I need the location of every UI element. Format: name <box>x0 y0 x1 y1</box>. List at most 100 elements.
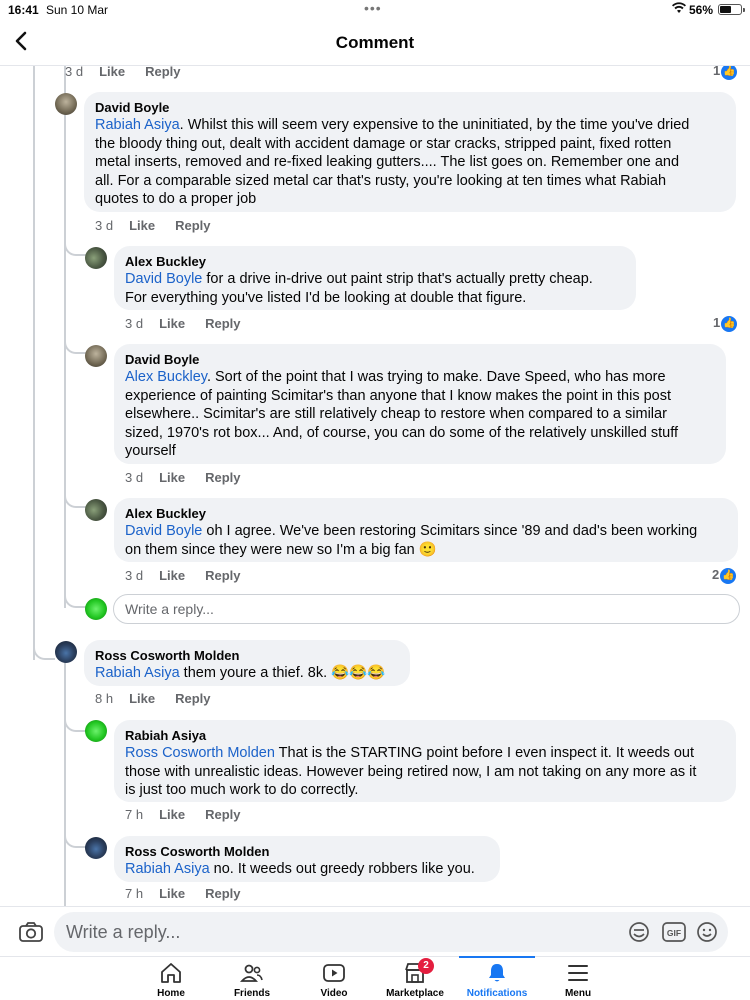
avatar[interactable] <box>55 641 77 663</box>
comment-author[interactable]: Rabiah Asiya <box>125 727 724 744</box>
avatar[interactable] <box>85 720 107 742</box>
like-reaction-icon: 👍 <box>721 315 738 332</box>
reply-button[interactable]: Reply <box>175 691 210 706</box>
emoji-icon[interactable] <box>696 921 718 943</box>
tab-marketplace[interactable]: 2 Marketplace <box>377 957 453 1000</box>
mention-link[interactable]: Rabiah Asiya <box>95 665 180 681</box>
mention-link[interactable]: Alex Buckley <box>125 369 207 385</box>
header: Comment <box>0 20 750 66</box>
page-title: Comment <box>335 33 415 52</box>
thread-connector <box>33 644 55 660</box>
tab-notifications[interactable]: Notifications <box>459 956 535 1000</box>
comment-bubble[interactable]: Alex Buckley David Boyle oh I agree. We'… <box>114 498 738 562</box>
like-button[interactable]: Like <box>99 64 125 79</box>
comment-bubble[interactable]: Rabiah Asiya Ross Cosworth Molden That i… <box>114 720 736 802</box>
like-button[interactable]: Like <box>159 316 185 331</box>
like-button[interactable]: Like <box>159 568 185 583</box>
tab-menu[interactable]: Menu <box>540 957 616 1000</box>
comment-age: 7 h <box>125 807 144 822</box>
multitask-dots-icon[interactable]: ••• <box>364 0 382 16</box>
sticker-icon[interactable] <box>628 921 650 943</box>
comment-bubble[interactable]: David Boyle Alex Buckley. Sort of the po… <box>114 344 726 464</box>
like-button[interactable]: Like <box>129 218 155 233</box>
comment-age: 3 d <box>65 64 84 79</box>
tab-bar: Home Friends Video 2 Marketplace Notific… <box>0 956 750 1000</box>
comment-actions: 7 h Like Reply <box>125 886 261 901</box>
comment-actions: 7 h Like Reply <box>125 807 261 822</box>
comment-age: 3 d <box>125 316 144 331</box>
avatar[interactable] <box>85 837 107 859</box>
thread-connector <box>64 832 86 848</box>
reply-input[interactable]: Write a reply... GIF <box>54 912 728 952</box>
comment-bubble[interactable]: Ross Cosworth Molden Rabiah Asiya no. It… <box>114 836 500 882</box>
comment-author[interactable]: Ross Cosworth Molden <box>95 647 398 664</box>
status-time: 16:41 <box>8 3 39 17</box>
thread-line <box>64 656 66 906</box>
reply-button[interactable]: Reply <box>205 807 240 822</box>
gif-icon[interactable]: GIF <box>662 921 686 943</box>
inline-reply-input[interactable]: Write a reply... <box>113 594 740 624</box>
thread-line <box>33 60 35 660</box>
tab-friends[interactable]: Friends <box>214 957 290 1000</box>
tab-video[interactable]: Video <box>296 957 372 1000</box>
mention-link[interactable]: Rabiah Asiya <box>125 861 210 877</box>
comment-actions: 3 d Like Reply <box>125 470 261 485</box>
mention-link[interactable]: David Boyle <box>125 523 202 539</box>
comment-text: Ross Cosworth Molden That is the STARTIN… <box>125 745 697 799</box>
avatar[interactable] <box>85 247 107 269</box>
comment-author[interactable]: David Boyle <box>95 99 724 116</box>
comment-text: David Boyle oh I agree. We've been resto… <box>125 523 698 558</box>
comment-actions: 3 d Like Reply <box>125 316 261 331</box>
reply-input-placeholder: Write a reply... <box>66 922 181 942</box>
mention-link[interactable]: Ross Cosworth Molden <box>125 745 275 761</box>
like-button[interactable]: Like <box>159 470 185 485</box>
thread-line <box>64 60 66 608</box>
reply-button[interactable]: Reply <box>205 316 240 331</box>
comment-bubble[interactable]: David Boyle Rabiah Asiya. Whilst this wi… <box>84 92 736 212</box>
notification-badge: 2 <box>418 958 434 974</box>
thread-connector <box>64 716 86 732</box>
comment-age: 3 d <box>125 470 144 485</box>
mention-link[interactable]: Rabiah Asiya <box>95 117 180 133</box>
battery-icon <box>718 4 745 15</box>
comment-author[interactable]: Alex Buckley <box>125 505 726 522</box>
mention-link[interactable]: David Boyle <box>125 271 202 287</box>
reply-button[interactable]: Reply <box>205 568 240 583</box>
comment-thread[interactable]: 3 d Like Reply 1 👍 David Boyle Rabiah Asiya… <box>0 60 750 906</box>
comment-age: 3 d <box>95 218 114 233</box>
comment-text: Rabiah Asiya. Whilst this will seem very… <box>95 117 690 208</box>
my-avatar <box>85 598 107 620</box>
friends-icon <box>240 962 264 984</box>
svg-text:GIF: GIF <box>667 928 681 938</box>
reply-button[interactable]: Reply <box>205 470 240 485</box>
reaction-count[interactable]: 1 👍 <box>713 315 738 332</box>
comment-text: David Boyle for a drive in-drive out pai… <box>125 271 593 306</box>
camera-icon[interactable] <box>18 919 44 945</box>
comment-age: 3 d <box>125 568 144 583</box>
comment-age: 8 h <box>95 691 114 706</box>
reply-button[interactable]: Reply <box>145 64 180 79</box>
thread-connector <box>64 338 86 354</box>
reply-button[interactable]: Reply <box>205 886 240 901</box>
comment-author[interactable]: Alex Buckley <box>125 253 624 270</box>
comment-actions: 3 d Like Reply <box>65 64 201 79</box>
comment-age: 7 h <box>125 886 144 901</box>
comment-author[interactable]: Ross Cosworth Molden <box>125 843 488 860</box>
avatar[interactable] <box>85 499 107 521</box>
reply-button[interactable]: Reply <box>175 218 210 233</box>
like-button[interactable]: Like <box>159 886 185 901</box>
comment-author[interactable]: David Boyle <box>125 351 714 368</box>
wifi-icon <box>672 2 686 17</box>
comment-text: Rabiah Asiya no. It weeds out greedy rob… <box>125 861 475 877</box>
bell-icon <box>485 962 509 984</box>
avatar[interactable] <box>85 345 107 367</box>
like-button[interactable]: Like <box>159 807 185 822</box>
avatar[interactable] <box>55 93 77 115</box>
like-reaction-icon: 👍 <box>720 567 737 584</box>
menu-icon <box>566 962 590 984</box>
comment-bubble[interactable]: Alex Buckley David Boyle for a drive in-… <box>114 246 636 310</box>
comment-bubble[interactable]: Ross Cosworth Molden Rabiah Asiya them y… <box>84 640 410 686</box>
tab-home[interactable]: Home <box>133 957 209 1000</box>
like-button[interactable]: Like <box>129 691 155 706</box>
reaction-count[interactable]: 2 👍 <box>712 567 737 584</box>
